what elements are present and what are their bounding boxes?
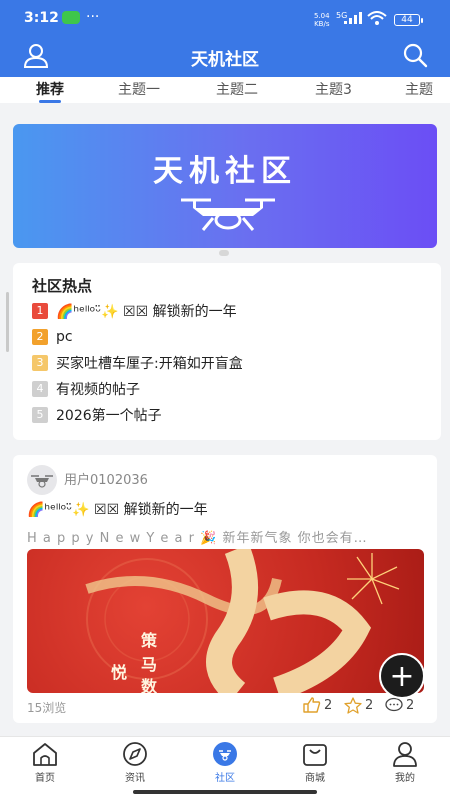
compass-icon xyxy=(123,742,147,766)
rank-badge: 3 xyxy=(32,355,48,371)
hot-topics-title: 社区热点 xyxy=(32,277,93,295)
image-caption-2: 马 xyxy=(141,655,158,674)
top-bar: 3:12 ··· 5.04 KB/s 5G 44 天机社区 xyxy=(0,0,450,77)
status-bar: 3:12 ··· 5.04 KB/s 5G 44 xyxy=(0,0,450,36)
post-excerpt: H a p p y N e w Y e a r 🎉 新年新气象 你也会有… xyxy=(27,531,368,546)
tab-topic-more[interactable]: 主题 xyxy=(405,79,433,99)
scrollbar xyxy=(6,292,9,352)
community-icon xyxy=(213,742,237,766)
hot-topic-item[interactable]: 1 🌈ʰᵉˡˡᵒᵕ̈✨ ☒☒ 解锁新的一年 xyxy=(32,301,237,321)
topic-tabs: 推荐 主题一 主题二 主题3 主题 xyxy=(0,77,450,103)
rank-badge: 5 xyxy=(32,407,48,423)
status-more-dots: ··· xyxy=(86,9,100,25)
nav-news-label: 资讯 xyxy=(125,773,145,784)
status-time: 3:12 xyxy=(24,10,59,26)
image-caption-3: 悦 xyxy=(111,663,128,682)
view-count: 15浏览 xyxy=(27,701,67,715)
hot-topic-item[interactable]: 5 2026第一个帖子 xyxy=(32,405,162,425)
network-speed-unit: KB/s xyxy=(314,20,330,28)
carousel-indicator xyxy=(219,250,229,256)
create-post-button[interactable]: + xyxy=(379,653,425,699)
comment-count: 2 xyxy=(406,697,415,713)
comment-button[interactable]: 2 xyxy=(385,697,414,713)
hot-topic-text: 2026第一个帖子 xyxy=(56,408,162,424)
hot-topic-text: 🌈ʰᵉˡˡᵒᵕ̈✨ ☒☒ 解锁新的一年 xyxy=(56,304,237,320)
banner-title: 天机社区 xyxy=(153,154,297,189)
like-button[interactable]: 2 xyxy=(303,697,332,713)
nav-news[interactable]: 资讯 xyxy=(105,741,165,784)
home-indicator[interactable] xyxy=(133,790,317,794)
favorite-button[interactable]: 2 xyxy=(344,697,373,714)
image-caption-1: 策 xyxy=(141,631,158,650)
battery-indicator: 44 xyxy=(394,14,423,26)
shop-icon xyxy=(303,744,327,766)
drone-avatar-icon xyxy=(31,475,53,488)
hot-topic-item[interactable]: 2 pc xyxy=(32,327,73,347)
hot-topics-card: 社区热点 1 🌈ʰᵉˡˡᵒᵕ̈✨ ☒☒ 解锁新的一年 2 pc 3 买家吐槽车厘… xyxy=(13,263,441,440)
hot-topic-text: 有视频的帖子 xyxy=(56,382,140,398)
post-author[interactable]: 用户0102036 xyxy=(64,469,148,488)
rank-badge: 1 xyxy=(32,303,48,319)
network-speed: 5.04 KB/s xyxy=(314,12,330,28)
tab-recommend[interactable]: 推荐 xyxy=(36,79,64,103)
search-icon[interactable] xyxy=(402,42,428,68)
nav-profile[interactable]: 我的 xyxy=(375,741,435,784)
hot-topic-item[interactable]: 3 买家吐槽车厘子:开箱如开盲盒 xyxy=(32,353,243,373)
hot-topic-item[interactable]: 4 有视频的帖子 xyxy=(32,379,140,399)
tab-topic-1[interactable]: 主题一 xyxy=(118,79,160,99)
page-title: 天机社区 xyxy=(191,50,259,70)
star-icon xyxy=(344,697,362,714)
nav-profile-label: 我的 xyxy=(395,773,415,784)
like-count: 2 xyxy=(324,697,333,713)
post-image[interactable]: 策 马 悦 数 xyxy=(27,549,424,693)
post-title[interactable]: 🌈ʰᵉˡˡᵒᵕ̈✨ ☒☒ 解锁新的一年 xyxy=(27,499,208,519)
favorite-count: 2 xyxy=(365,698,374,713)
nav-community-label: 社区 xyxy=(215,773,235,784)
home-icon xyxy=(33,743,57,766)
rank-badge: 2 xyxy=(32,329,48,345)
thumbs-up-icon xyxy=(303,697,321,713)
hot-topic-text: pc xyxy=(56,329,73,345)
banner-carousel[interactable]: 天机社区 xyxy=(13,124,437,248)
network-speed-value: 5.04 xyxy=(314,12,330,20)
avatar[interactable] xyxy=(27,465,57,495)
drone-icon xyxy=(181,198,275,231)
tab-topic-3[interactable]: 主题3 xyxy=(315,79,352,99)
nav-community[interactable]: 社区 xyxy=(195,741,255,784)
nav-shop[interactable]: 商城 xyxy=(285,741,345,784)
nav-shop-label: 商城 xyxy=(305,773,325,784)
image-caption-4: 数 xyxy=(141,677,158,693)
wechat-icon xyxy=(62,11,80,24)
hot-topic-text: 买家吐槽车厘子:开箱如开盲盒 xyxy=(56,356,243,372)
tab-topic-2[interactable]: 主题二 xyxy=(216,79,258,99)
profile-icon xyxy=(393,742,417,767)
nav-home[interactable]: 首页 xyxy=(15,741,75,784)
wifi-icon xyxy=(367,11,387,25)
post-card[interactable]: 用户0102036 🌈ʰᵉˡˡᵒᵕ̈✨ ☒☒ 解锁新的一年 H a p p y … xyxy=(13,455,437,723)
comment-icon xyxy=(385,697,403,712)
nav-home-label: 首页 xyxy=(35,773,55,784)
signal-icon xyxy=(344,12,362,24)
new-year-illustration xyxy=(85,549,400,693)
rank-badge: 4 xyxy=(32,381,48,397)
